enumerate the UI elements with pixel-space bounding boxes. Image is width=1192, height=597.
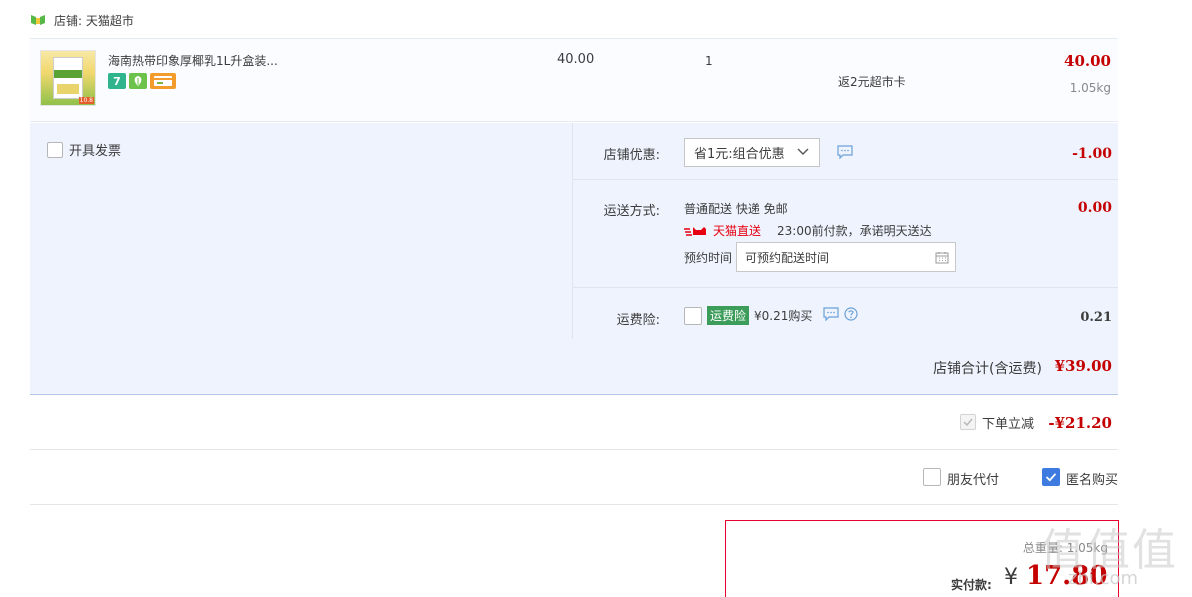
shop-discount-amount: -1.00 xyxy=(1072,146,1112,162)
appointment-label: 预约时间 xyxy=(684,250,733,265)
insurance-badge: 运费险 xyxy=(707,306,750,325)
insurance-checkbox[interactable] xyxy=(684,306,702,325)
chevron-down-icon xyxy=(797,145,809,163)
message-icon[interactable] xyxy=(837,145,853,163)
order-discount-checkbox[interactable] xyxy=(960,414,976,430)
shop-icon xyxy=(30,14,46,26)
unit-price: 40.00 xyxy=(557,52,595,67)
shop-discount-label: 店铺优惠: xyxy=(603,148,660,163)
insurance-option: 运费险 ¥0.21购买 xyxy=(684,306,858,325)
order-discount-label: 下单立减 xyxy=(981,417,1034,432)
product-title[interactable]: 海南热带印象厚椰乳1L升盒装... xyxy=(108,52,278,69)
shop-total-label: 店铺合计(含运费) xyxy=(933,361,1042,377)
item-subtotal: 40.00 xyxy=(1064,52,1111,70)
express-brand-text: 天猫直送 xyxy=(713,224,762,238)
shipping-section: 运送方式: 普通配送 快递 免邮 天猫直送 23:00前付款，承诺明天送达 预约… xyxy=(573,180,1118,288)
card-icon xyxy=(150,73,176,89)
insurance-label: 运费险: xyxy=(616,313,660,328)
payment-options-row: 朋友代付 匿名购买 xyxy=(30,451,1118,505)
shop-options-panel: 开具发票 店铺优惠: 省1元:组合优惠 -1.00 运送方式: 普通配送 快递 … xyxy=(30,123,1118,339)
shop-total-row: 店铺合计(含运费) ¥39.00 xyxy=(30,339,1118,395)
order-item-row: 10.8 海南热带印象厚椰乳1L升盒装... 7 40.00 1 返2元超市卡 … xyxy=(30,38,1118,122)
currency-symbol: ¥ xyxy=(1004,565,1018,590)
invoice-label: 开具发票 xyxy=(69,144,122,159)
rebate-text: 返2元超市卡 xyxy=(838,75,906,89)
shop-header: 店铺: 天猫超市 xyxy=(30,12,134,28)
tmall-cat-icon xyxy=(684,226,706,236)
appointment-placeholder: 可预约配送时间 xyxy=(745,250,830,265)
quantity: 1 xyxy=(705,54,713,68)
shipping-insurance-section: 运费险: 运费险 ¥0.21购买 0.21 xyxy=(573,288,1118,339)
shop-total-value: ¥39.00 xyxy=(1054,357,1112,375)
invoice-option[interactable]: 开具发票 xyxy=(47,140,121,159)
delivery-promise-text: 23:00前付款，承诺明天送达 xyxy=(777,224,932,238)
product-package-image xyxy=(53,57,83,99)
actual-pay-label: 实付款: xyxy=(951,578,992,592)
help-icon[interactable] xyxy=(844,306,858,325)
shop-discount-selected: 省1元:组合优惠 xyxy=(694,147,785,162)
invoice-checkbox[interactable] xyxy=(47,141,63,158)
anonymous-checkbox[interactable] xyxy=(1042,468,1060,486)
item-weight: 1.05kg xyxy=(1069,81,1111,95)
message-icon[interactable] xyxy=(823,306,839,325)
thumbnail-price-tag: 10.8 xyxy=(78,97,94,104)
shop-discount-select[interactable]: 省1元:组合优惠 xyxy=(684,138,820,167)
shipping-amount: 0.00 xyxy=(1077,200,1112,216)
invoice-panel: 开具发票 xyxy=(30,123,573,339)
appointment-row: 预约时间 可预约配送时间 xyxy=(684,242,957,272)
anonymous-label: 匿名购买 xyxy=(1065,473,1118,488)
shipping-promise: 天猫直送 23:00前付款，承诺明天送达 xyxy=(684,222,932,239)
order-discount-row: 下单立减 -¥21.20 xyxy=(30,396,1118,450)
watermark-url: zhi.com xyxy=(1068,568,1139,589)
friend-pay-checkbox[interactable] xyxy=(923,468,941,486)
shipping-label: 运送方式: xyxy=(603,204,660,219)
shipping-method: 普通配送 快递 免邮 xyxy=(684,202,788,216)
order-discount-value: -¥21.20 xyxy=(1048,414,1112,432)
tmall-express-brand: 天猫直送 xyxy=(684,222,761,239)
insurance-amount: 0.21 xyxy=(1080,310,1112,325)
insurance-price: ¥0.21购买 xyxy=(754,309,813,323)
shop-discount-section: 店铺优惠: 省1元:组合优惠 -1.00 xyxy=(573,123,1118,180)
leaf-icon xyxy=(129,73,147,89)
product-thumbnail[interactable]: 10.8 xyxy=(40,50,96,106)
appointment-time-input[interactable]: 可预约配送时间 xyxy=(736,242,957,272)
shop-name[interactable]: 店铺: 天猫超市 xyxy=(54,12,134,29)
friend-pay-label: 朋友代付 xyxy=(946,473,999,488)
product-badges: 7 xyxy=(108,73,176,89)
calendar-icon[interactable] xyxy=(935,251,949,267)
options-right-panel: 店铺优惠: 省1元:组合优惠 -1.00 运送方式: 普通配送 快递 免邮 天猫… xyxy=(573,123,1118,339)
seven-day-return-icon: 7 xyxy=(108,73,126,89)
